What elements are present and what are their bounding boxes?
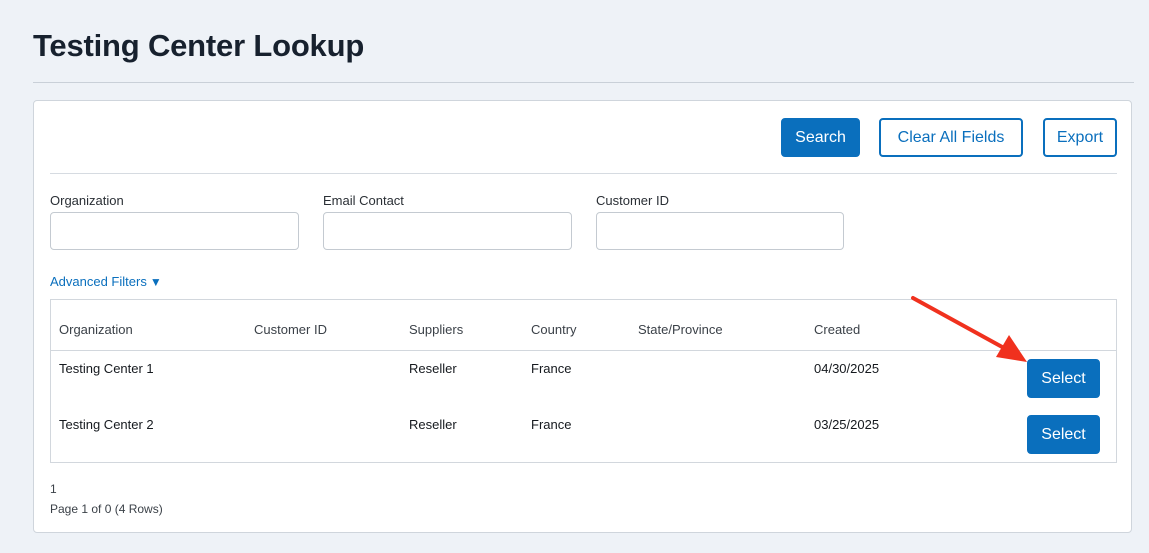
cell-created: 03/25/2025 xyxy=(814,417,880,432)
export-button[interactable]: Export xyxy=(1043,118,1117,157)
organization-label: Organization xyxy=(50,193,124,208)
organization-input[interactable] xyxy=(50,212,299,250)
results-table: Organization Customer ID Suppliers Count… xyxy=(50,299,1117,463)
clear-all-fields-button[interactable]: Clear All Fields xyxy=(879,118,1023,157)
email-contact-label: Email Contact xyxy=(323,193,404,208)
page-title: Testing Center Lookup xyxy=(33,28,365,63)
table-row: Testing Center 2 Reseller France 03/25/2… xyxy=(51,407,1116,463)
table-row: Testing Center 1 Reseller France 04/30/2… xyxy=(51,351,1116,407)
page: Testing Center Lookup Search Clear All F… xyxy=(0,0,1149,553)
customer-id-label: Customer ID xyxy=(596,193,669,208)
select-button[interactable]: Select xyxy=(1027,415,1100,454)
organization-field: Organization xyxy=(50,193,299,250)
email-contact-field: Email Contact xyxy=(323,193,572,250)
customer-id-field: Customer ID xyxy=(596,193,844,250)
pagination-summary: Page 1 of 0 (4 Rows) xyxy=(50,502,163,516)
cell-created: 04/30/2025 xyxy=(814,361,880,376)
caret-down-icon: ▼ xyxy=(149,275,162,289)
toolbar-divider xyxy=(50,173,1117,174)
cell-country: France xyxy=(531,361,572,376)
customer-id-input[interactable] xyxy=(596,212,844,250)
title-divider xyxy=(33,82,1134,83)
pagination-page-number[interactable]: 1 xyxy=(50,482,57,496)
cell-country: France xyxy=(531,417,572,432)
cell-organization: Testing Center 1 xyxy=(59,361,154,376)
column-header-country[interactable]: Country xyxy=(531,322,577,337)
column-header-organization[interactable]: Organization xyxy=(59,322,133,337)
cell-organization: Testing Center 2 xyxy=(59,417,154,432)
advanced-filters-label: Advanced Filters xyxy=(50,274,147,289)
cell-suppliers: Reseller xyxy=(409,361,457,376)
select-button[interactable]: Select xyxy=(1027,359,1100,398)
column-header-created[interactable]: Created xyxy=(814,322,860,337)
advanced-filters-toggle[interactable]: Advanced Filters ▼ xyxy=(50,274,162,289)
column-header-suppliers[interactable]: Suppliers xyxy=(409,322,463,337)
search-button[interactable]: Search xyxy=(781,118,860,157)
column-header-state-province[interactable]: State/Province xyxy=(638,322,723,337)
search-panel: Search Clear All Fields Export Organizat… xyxy=(33,100,1132,533)
cell-suppliers: Reseller xyxy=(409,417,457,432)
email-contact-input[interactable] xyxy=(323,212,572,250)
table-header: Organization Customer ID Suppliers Count… xyxy=(51,300,1116,351)
column-header-customer-id[interactable]: Customer ID xyxy=(254,322,327,337)
